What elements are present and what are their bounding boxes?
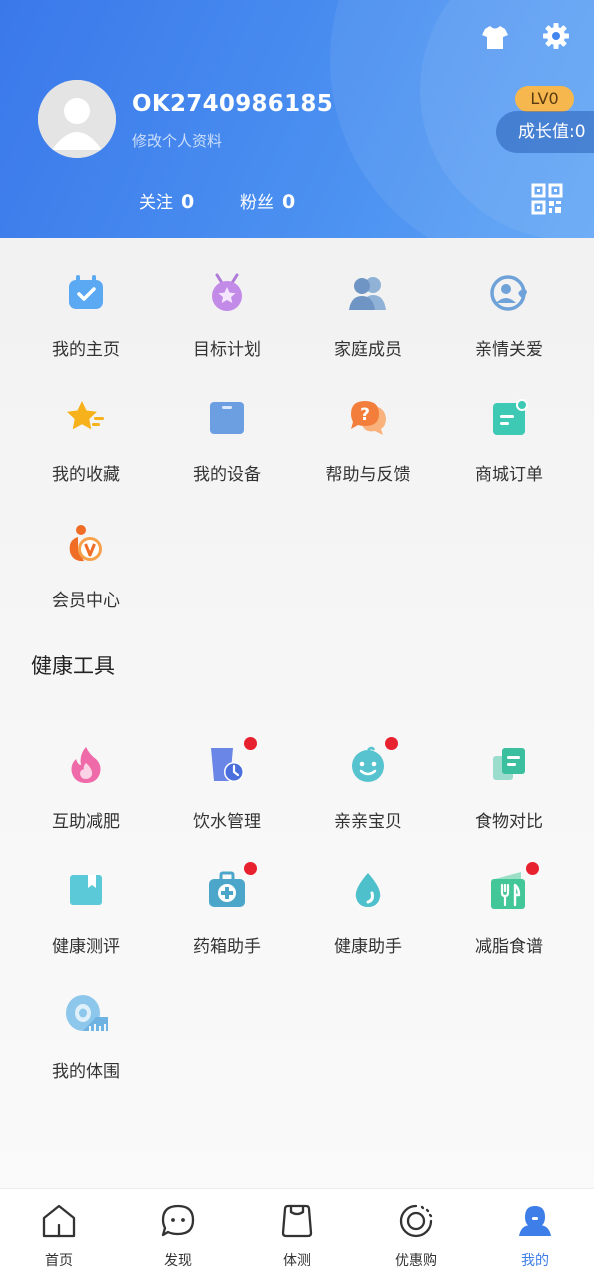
tool-item-assessment[interactable]: 健康测评: [16, 870, 156, 980]
fans-count: 0: [282, 191, 296, 213]
avatar[interactable]: [38, 80, 116, 158]
recipe-icon: [489, 870, 529, 910]
calendar-check-icon: [66, 273, 106, 313]
tool-item-label: 健康助手: [334, 937, 402, 957]
tool-item-label: 食物对比: [475, 812, 543, 832]
tool-item-health-assistant[interactable]: 健康助手: [298, 870, 438, 980]
family-icon: [348, 273, 388, 313]
menu-item-mall-orders[interactable]: 商城订单: [439, 398, 579, 508]
tape-measure-icon: [64, 991, 110, 1037]
menu-item-goal-plan[interactable]: 目标计划: [157, 273, 297, 383]
nav-label: 我的: [521, 1253, 549, 1269]
level-badge: LV0: [515, 86, 574, 112]
menu-item-label: 商城订单: [475, 465, 543, 485]
svg-text:?: ?: [360, 405, 370, 425]
nav-label: 首页: [45, 1253, 73, 1269]
menu-item-label: 我的收藏: [52, 465, 120, 485]
scale-bag-icon: [279, 1203, 315, 1239]
care-icon: [489, 273, 529, 313]
growth-value-tag[interactable]: 成长值:0: [496, 111, 594, 153]
coupon-icon: [398, 1203, 434, 1239]
tool-item-medicine-box[interactable]: 药箱助手: [157, 862, 297, 980]
nav-body-test[interactable]: 体测: [238, 1189, 356, 1280]
device-icon: [207, 398, 247, 438]
tool-item-food-compare[interactable]: 食物对比: [439, 745, 579, 855]
medal-icon: [207, 273, 247, 313]
tool-item-body-measurement[interactable]: 我的体围: [16, 995, 156, 1105]
tool-item-water[interactable]: 饮水管理: [157, 737, 297, 855]
gear-icon[interactable]: [541, 21, 571, 51]
notification-dot: [244, 862, 257, 875]
tool-item-label: 亲亲宝贝: [334, 812, 402, 832]
home-icon: [41, 1203, 77, 1239]
follow-label: 关注: [139, 193, 173, 213]
fans-stat[interactable]: 粉丝 0: [240, 188, 295, 213]
nav-discover[interactable]: 发现: [119, 1189, 237, 1280]
menu-item-favorites[interactable]: 我的收藏: [16, 398, 156, 508]
bottom-nav: 首页 发现 体测 优惠购 我的: [0, 1188, 594, 1280]
order-icon: [489, 398, 529, 438]
tool-item-fat-loss-recipe[interactable]: 减脂食谱: [439, 862, 579, 980]
fans-label: 粉丝: [240, 193, 274, 213]
bookmark-icon: [66, 870, 106, 910]
drop-icon: [348, 870, 388, 910]
star-icon: [66, 398, 106, 438]
menu-item-family[interactable]: 家庭成员: [298, 273, 438, 383]
menu-item-label: 目标计划: [193, 340, 261, 360]
health-tools-title: 健康工具: [31, 654, 115, 678]
menu-item-family-care[interactable]: 亲情关爱: [439, 273, 579, 383]
tool-item-label: 饮水管理: [193, 812, 261, 832]
tool-item-baby[interactable]: 亲亲宝贝: [298, 737, 438, 855]
menu-item-label: 我的主页: [52, 340, 120, 360]
tool-item-label: 减脂食谱: [475, 937, 543, 957]
tshirt-icon[interactable]: [480, 22, 510, 52]
compare-icon: [489, 745, 529, 785]
tool-item-label: 我的体围: [52, 1062, 120, 1082]
follow-count: 0: [181, 191, 195, 213]
profile-icon: [517, 1203, 553, 1239]
menu-item-homepage[interactable]: 我的主页: [16, 273, 156, 383]
water-cup-icon: [207, 745, 247, 785]
tool-item-weight-loss[interactable]: 互助减肥: [16, 745, 156, 855]
menu-item-label: 亲情关爱: [475, 340, 543, 360]
medicine-box-icon: [207, 870, 247, 910]
notification-dot: [526, 862, 539, 875]
tool-item-label: 健康测评: [52, 937, 120, 957]
tool-item-label: 药箱助手: [193, 937, 261, 957]
nav-deals[interactable]: 优惠购: [357, 1189, 475, 1280]
menu-item-label: 帮助与反馈: [325, 465, 411, 485]
help-icon: ?: [348, 398, 388, 438]
flame-icon: [66, 745, 106, 785]
nav-home[interactable]: 首页: [0, 1189, 118, 1280]
menu-item-vip-center[interactable]: 会员中心: [16, 524, 156, 634]
notification-dot: [244, 737, 257, 750]
menu-item-label: 家庭成员: [334, 340, 402, 360]
notification-dot: [385, 737, 398, 750]
follow-stat[interactable]: 关注 0: [139, 188, 194, 213]
nav-label: 发现: [164, 1253, 192, 1269]
username: OK2740986185: [132, 91, 334, 117]
menu-item-help-feedback[interactable]: ? 帮助与反馈: [298, 398, 438, 508]
edit-profile-link[interactable]: 修改个人资料: [132, 130, 222, 151]
nav-label: 体测: [283, 1253, 311, 1269]
menu-item-label: 我的设备: [193, 465, 261, 485]
nav-label: 优惠购: [395, 1253, 437, 1269]
menu-item-devices[interactable]: 我的设备: [157, 398, 297, 508]
nav-mine[interactable]: 我的: [476, 1189, 594, 1280]
profile-header: OK2740986185 修改个人资料 LV0 成长值:0 关注 0 粉丝 0: [0, 0, 594, 238]
baby-icon: [348, 745, 388, 785]
qr-code-icon[interactable]: [531, 183, 563, 215]
chat-bubble-icon: [160, 1203, 196, 1239]
tool-item-label: 互助减肥: [52, 812, 120, 832]
vip-icon: [66, 524, 106, 564]
menu-item-label: 会员中心: [52, 591, 120, 611]
